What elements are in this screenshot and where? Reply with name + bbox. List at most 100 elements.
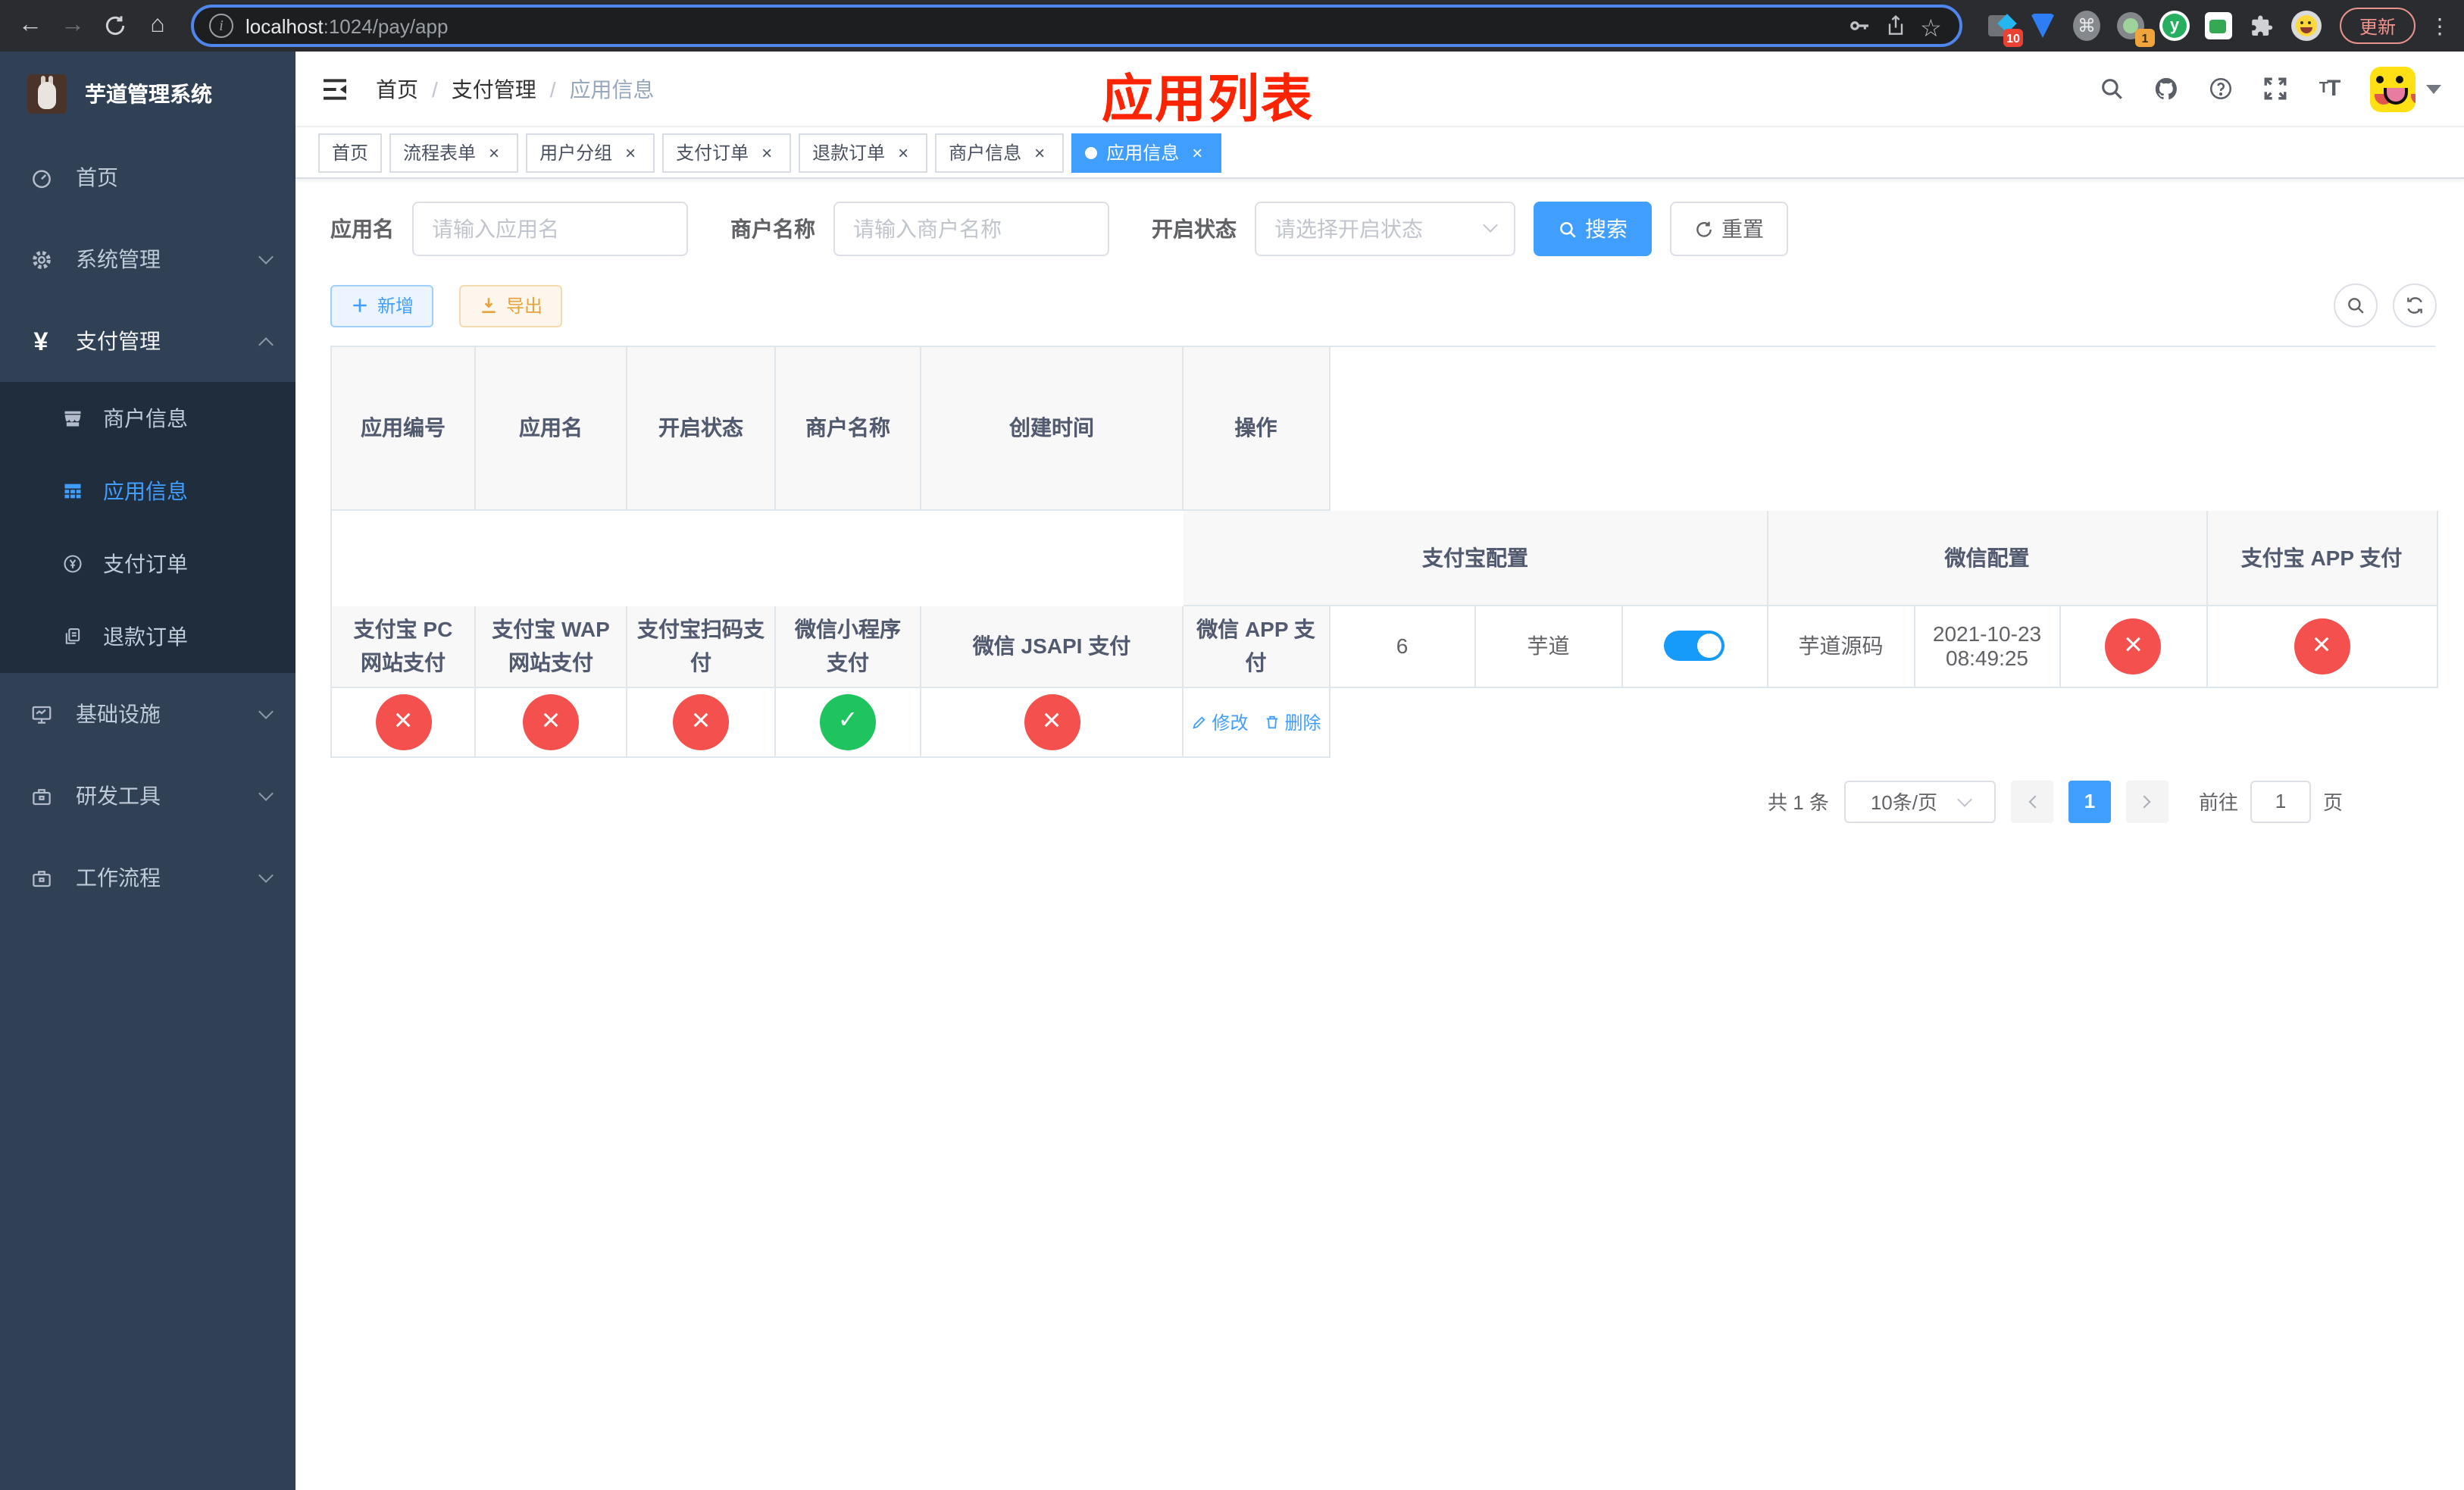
close-icon[interactable]: ×	[1029, 142, 1050, 163]
extension-chat-icon[interactable]	[2203, 11, 2234, 41]
sidebar-item-dev-tools[interactable]: 研发工具	[0, 755, 295, 837]
payment-submenu: 商户信息 应用信息 支付订单 退款订单	[0, 382, 295, 673]
extension-camera-icon[interactable]: 1	[2115, 11, 2155, 47]
bookmark-star-icon[interactable]: ☆	[1920, 14, 1944, 42]
tab-app-info[interactable]: 应用信息 ×	[1071, 133, 1222, 172]
goto-label: 前往	[2198, 791, 2238, 815]
row-merchant: 芋道源码	[1768, 606, 1915, 688]
chevron-down-icon	[258, 785, 274, 800]
status-select[interactable]: 请选择开启状态	[1255, 202, 1515, 256]
tab-user-group[interactable]: 用户分组 ×	[526, 133, 655, 172]
help-icon[interactable]	[2206, 75, 2234, 102]
export-button[interactable]: 导出	[459, 284, 563, 327]
next-page-button[interactable]	[2125, 780, 2169, 823]
close-icon[interactable]: ×	[483, 142, 505, 163]
prev-page-button[interactable]	[2010, 780, 2053, 823]
close-icon[interactable]: ×	[1187, 142, 1208, 163]
site-info-icon[interactable]: i	[209, 14, 233, 38]
close-icon[interactable]: ×	[756, 142, 777, 163]
column-header-app-id: 应用编号	[332, 347, 476, 511]
sidebar-item-system[interactable]: 系统管理	[0, 218, 295, 300]
tab-home[interactable]: 首页	[318, 133, 383, 172]
grid-table-icon	[61, 480, 83, 502]
collapse-sidebar-icon[interactable]	[318, 72, 352, 105]
wechat-mini-status-icon[interactable]	[673, 693, 729, 750]
alipay-app-status-icon[interactable]	[2105, 618, 2162, 675]
breadcrumb: 首页 / 支付管理 / 应用信息	[376, 74, 655, 104]
monitor-chart-icon	[29, 702, 53, 726]
sidebar-item-infrastructure[interactable]: 基础设施	[0, 673, 295, 755]
chevron-up-icon	[258, 337, 274, 352]
plus-icon	[353, 299, 367, 312]
tab-merchant-info[interactable]: 商户信息 ×	[935, 133, 1065, 172]
app-name-input[interactable]	[412, 202, 688, 256]
close-icon[interactable]: ×	[893, 142, 914, 163]
user-menu[interactable]	[2370, 66, 2441, 111]
wechat-jsapi-status-icon[interactable]	[820, 693, 876, 750]
goto-page-input[interactable]	[2250, 780, 2311, 823]
status-toggle[interactable]	[1664, 631, 1725, 662]
sidebar-item-workflow[interactable]: 工作流程	[0, 837, 295, 919]
reset-button[interactable]: 重置	[1670, 202, 1788, 256]
column-header-app-name: 应用名	[476, 347, 627, 511]
search-button[interactable]: 搜索	[1534, 202, 1652, 256]
refresh-table-button[interactable]	[2393, 283, 2437, 327]
wechat-app-status-icon[interactable]	[1024, 693, 1080, 750]
sidebar-item-refund-order[interactable]: 退款订单	[0, 600, 295, 673]
alipay-pc-status-icon[interactable]	[2294, 618, 2350, 675]
address-bar[interactable]: i localhost:1024/pay/app ☆	[191, 5, 1962, 47]
reload-icon	[105, 16, 125, 35]
tab-refund-order[interactable]: 退款订单 ×	[799, 133, 928, 172]
column-group-alipay: 支付宝配置	[1184, 511, 1768, 606]
merchant-name-input[interactable]	[833, 202, 1109, 256]
sidebar-item-pay-order[interactable]: 支付订单	[0, 527, 295, 600]
close-icon[interactable]: ×	[620, 142, 641, 163]
delete-button[interactable]: 删除	[1264, 709, 1321, 735]
pagination-total: 共 1 条	[1768, 791, 1829, 815]
header-search-icon[interactable]	[2097, 75, 2125, 102]
extension-gem-icon[interactable]	[2028, 11, 2058, 41]
edit-button[interactable]: 修改	[1190, 709, 1249, 735]
gear-icon	[29, 247, 53, 271]
breadcrumb-home[interactable]: 首页	[376, 74, 418, 104]
browser-menu-icon[interactable]: ⋮	[2428, 13, 2452, 39]
yen-icon: ¥	[33, 327, 48, 355]
sidebar-item-payment[interactable]: ¥ 支付管理	[0, 300, 295, 382]
alipay-qr-status-icon[interactable]	[523, 693, 579, 750]
tab-pay-order[interactable]: 支付订单 ×	[662, 133, 792, 172]
extension-command-icon[interactable]: ⌘	[2072, 11, 2102, 41]
current-page-button[interactable]: 1	[2068, 780, 2111, 823]
sidebar-item-merchant-info[interactable]: 商户信息	[0, 382, 295, 455]
extension-grid-icon[interactable]: 10	[1984, 11, 2023, 47]
page-annotation: 应用列表	[1102, 71, 1314, 129]
extensions-puzzle-icon[interactable]	[2247, 11, 2278, 41]
extension-y-icon[interactable]: y	[2159, 11, 2190, 41]
browser-home-button[interactable]: ⌂	[139, 8, 176, 44]
toggle-search-button[interactable]	[2334, 283, 2378, 327]
browser-profile-avatar[interactable]	[2290, 11, 2322, 41]
tab-process-form[interactable]: 流程表单 ×	[389, 133, 519, 172]
chevron-left-icon	[2028, 795, 2042, 809]
add-button[interactable]: 新增	[330, 284, 434, 327]
browser-back-button[interactable]: ←	[12, 8, 48, 44]
breadcrumb-parent[interactable]: 支付管理	[452, 74, 536, 104]
fullscreen-icon[interactable]	[2261, 75, 2288, 102]
github-icon[interactable]	[2152, 75, 2179, 102]
status-label: 开启状态	[1152, 217, 1237, 241]
merchant-name-label: 商户名称	[730, 217, 815, 241]
app-name-label: 应用名	[330, 217, 394, 241]
chevron-down-icon	[258, 703, 274, 718]
share-icon[interactable]	[1884, 14, 1908, 38]
password-key-icon[interactable]	[1847, 14, 1871, 38]
alipay-wap-status-icon[interactable]	[375, 693, 431, 750]
sidebar-item-home[interactable]: 首页	[0, 136, 295, 218]
sidebar-logo[interactable]: 芋道管理系统	[0, 52, 295, 136]
page-size-select[interactable]: 10条/页	[1843, 780, 1996, 823]
search-form: 应用名 商户名称 开启状态 请选择开启状态 搜索 重置	[330, 202, 2437, 256]
browser-forward-button[interactable]: →	[55, 8, 91, 44]
documents-icon	[61, 625, 83, 648]
browser-update-button[interactable]: 更新	[2339, 8, 2416, 44]
sidebar-item-app-info[interactable]: 应用信息	[0, 455, 295, 527]
browser-reload-button[interactable]	[97, 8, 133, 44]
font-size-icon[interactable]: TT	[2315, 75, 2343, 102]
